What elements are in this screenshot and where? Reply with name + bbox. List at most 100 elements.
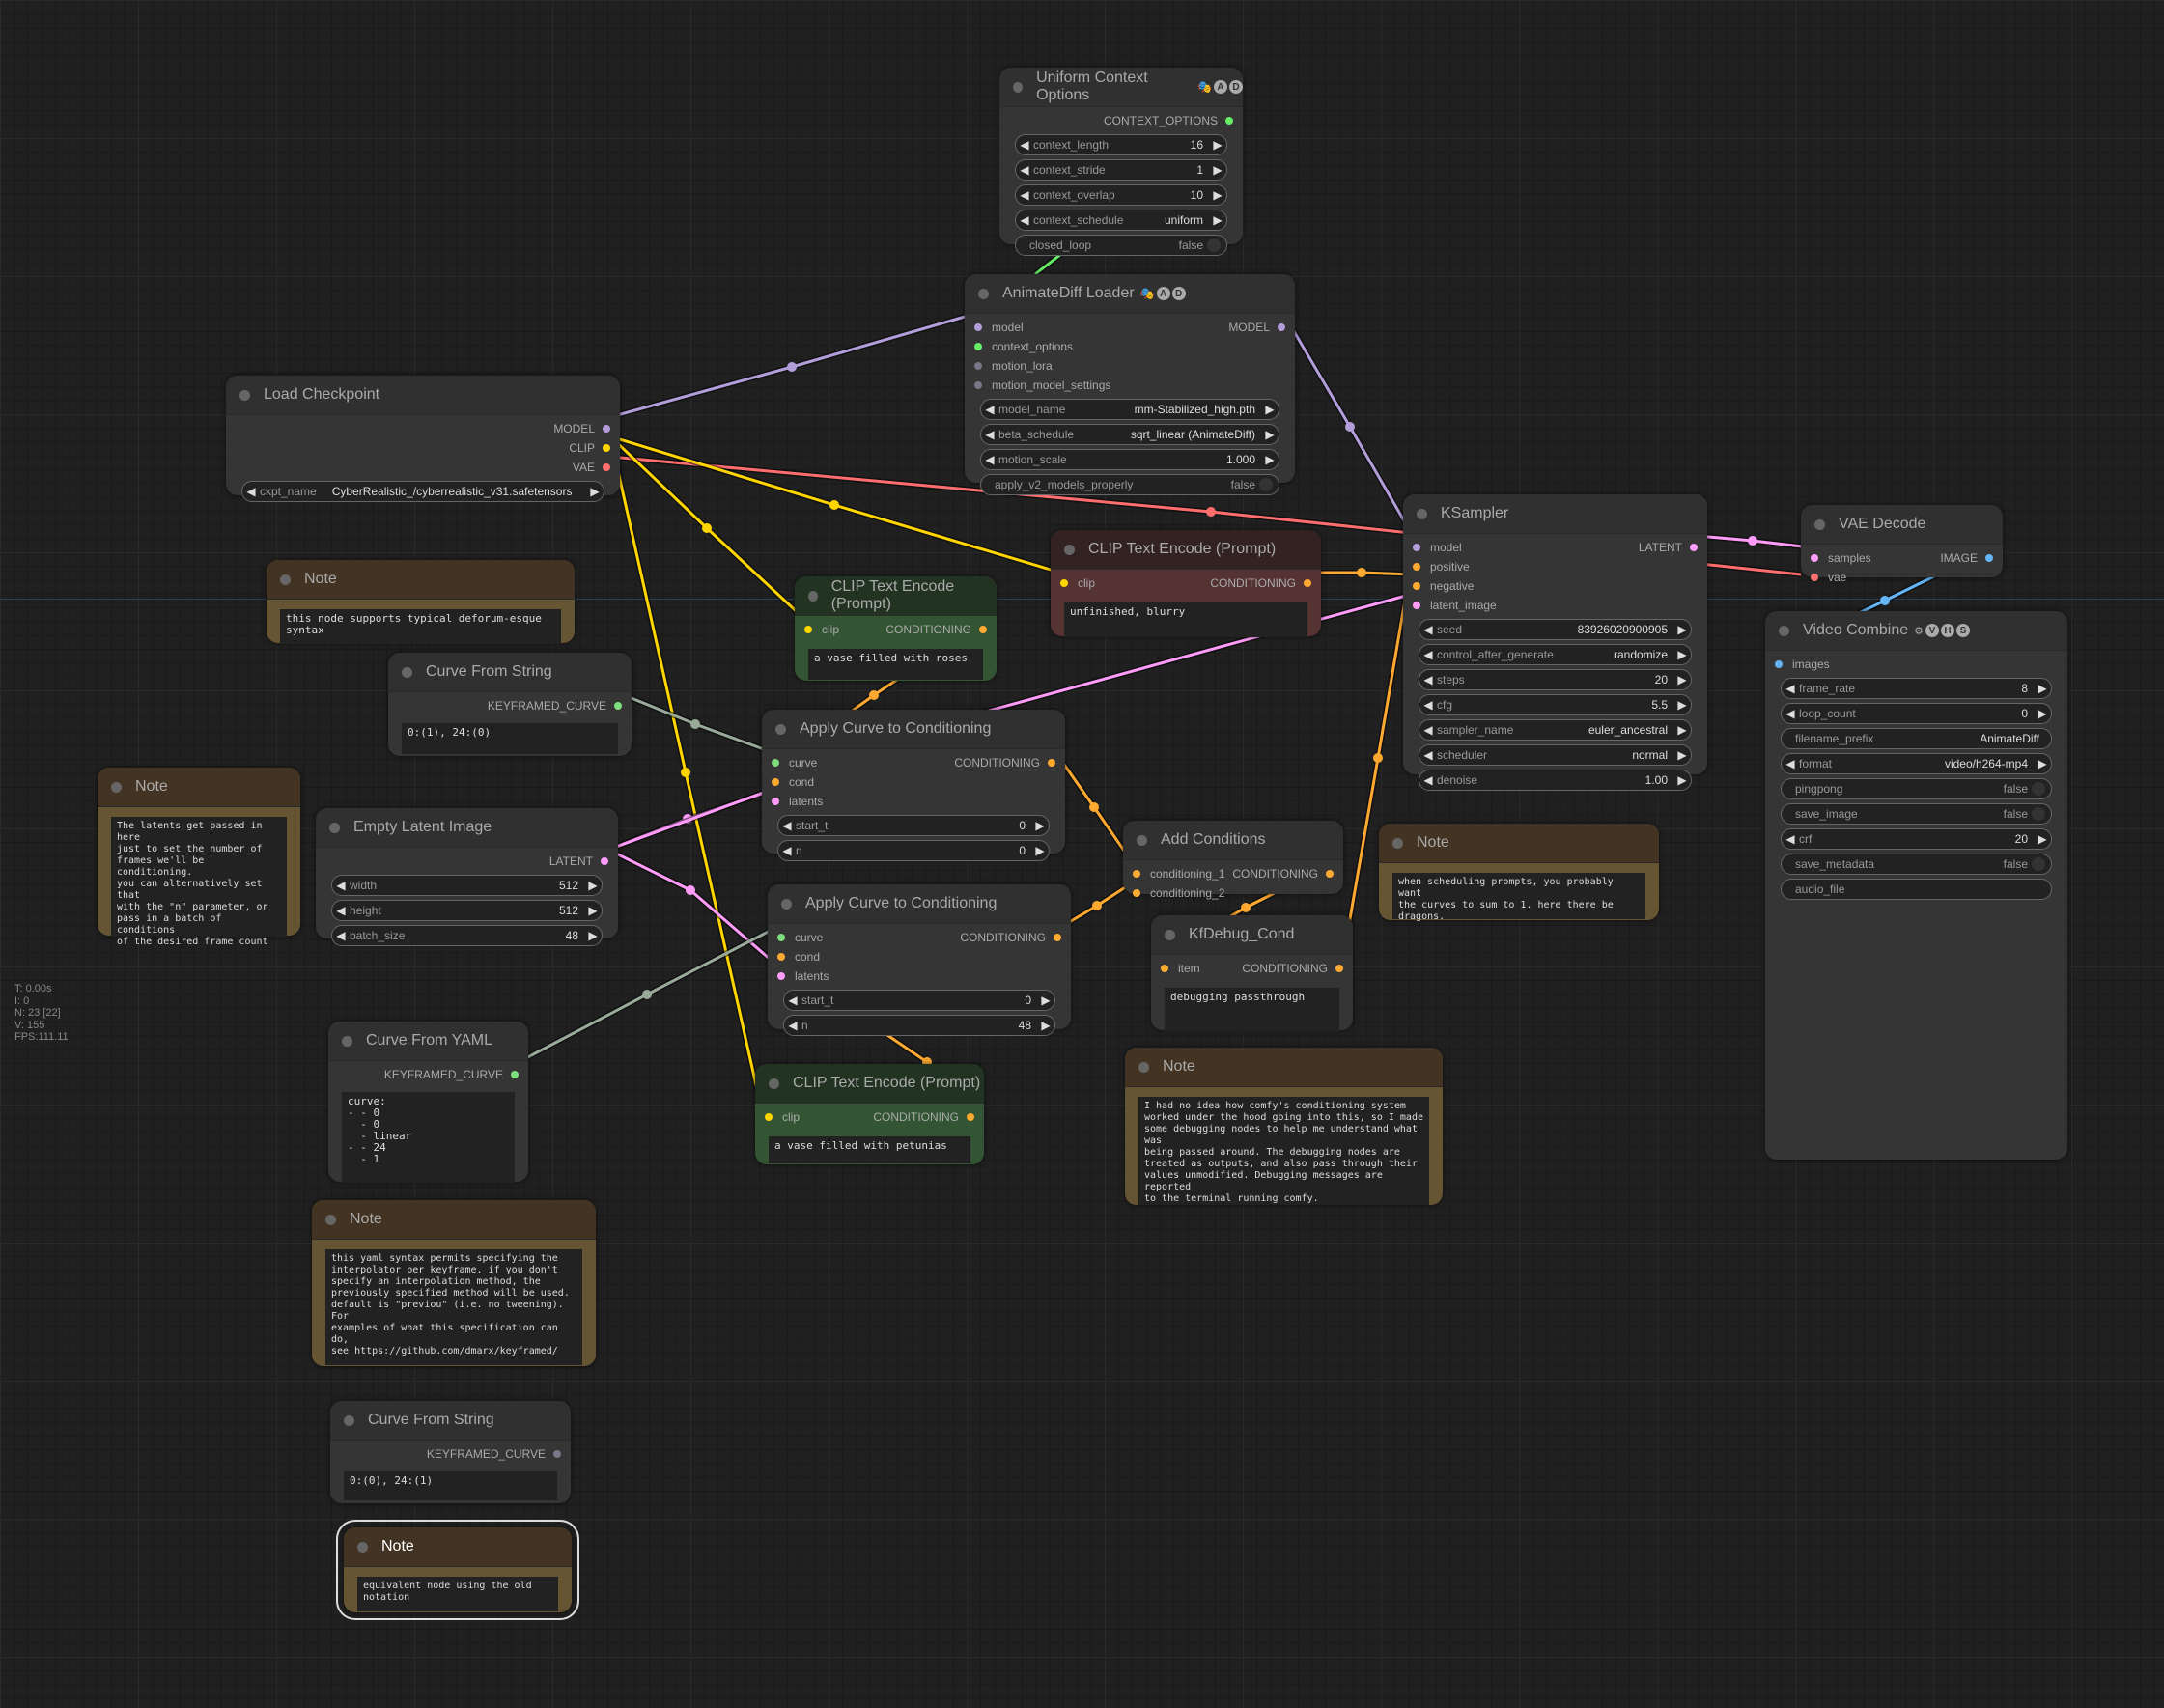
output-conditioning[interactable]: CONDITIONING xyxy=(1210,574,1311,593)
decrement-arrow-icon[interactable]: ◀ xyxy=(981,428,998,441)
output-slot[interactable] xyxy=(1690,544,1698,551)
output-slot[interactable] xyxy=(1048,759,1055,767)
increment-arrow-icon[interactable]: ▶ xyxy=(1261,453,1279,466)
increment-arrow-icon[interactable]: ▶ xyxy=(1673,723,1691,737)
decrement-arrow-icon[interactable]: ◀ xyxy=(1016,163,1033,177)
node-video-combine[interactable]: Video Combine ⚙ V H S images ◀ frame_rate 8 ▶ ◀… xyxy=(1765,611,2067,1160)
node-title[interactable]: Empty Latent Image xyxy=(316,808,618,848)
output-conditioning[interactable]: CONDITIONING xyxy=(960,928,1061,947)
increment-arrow-icon[interactable]: ▶ xyxy=(2034,757,2051,770)
widget-context-schedule[interactable]: ◀ context_schedule uniform ▶ xyxy=(1015,210,1227,231)
decrement-arrow-icon[interactable]: ◀ xyxy=(242,485,260,498)
output-model[interactable]: MODEL xyxy=(1228,318,1285,337)
widget-context-stride[interactable]: ◀ context_stride 1 ▶ xyxy=(1015,159,1227,181)
increment-arrow-icon[interactable]: ▶ xyxy=(584,879,602,892)
node-title[interactable]: KfDebug_Cond xyxy=(1151,915,1353,955)
input-slot[interactable] xyxy=(772,759,779,767)
increment-arrow-icon[interactable]: ▶ xyxy=(2034,682,2051,695)
link-ksampler-to-decode-midpoint[interactable] xyxy=(1748,536,1757,546)
widget-loop-count[interactable]: ◀ loop_count 0 ▶ xyxy=(1781,703,2052,724)
widget-frame-rate[interactable]: ◀ frame_rate 8 ▶ xyxy=(1781,678,2052,699)
collapse-dot[interactable] xyxy=(781,898,792,910)
node-note-latents[interactable]: Note The latents get passed in here just… xyxy=(98,768,300,947)
collapse-dot[interactable] xyxy=(342,1035,352,1047)
increment-arrow-icon[interactable]: ▶ xyxy=(2034,707,2051,720)
decrement-arrow-icon[interactable]: ◀ xyxy=(1016,213,1033,227)
output-slot[interactable] xyxy=(511,1071,519,1078)
input-model[interactable]: model xyxy=(974,318,1024,337)
node-kfdebug-cond[interactable]: KfDebug_Cond item CONDITIONING debugging … xyxy=(1151,915,1353,1032)
collapse-dot[interactable] xyxy=(111,781,122,793)
output-keyframed-curve[interactable]: KEYFRAMED_CURVE xyxy=(488,696,622,715)
toggle-apply-v2-models-properly[interactable]: apply_v2_models_properly false xyxy=(980,474,1279,495)
curve-string-textarea[interactable]: 0:(0), 24:(1) xyxy=(344,1471,557,1500)
input-slot[interactable] xyxy=(1775,660,1783,668)
toggle-knob[interactable] xyxy=(1259,478,1273,491)
collapse-dot[interactable] xyxy=(402,666,412,678)
collapse-dot[interactable] xyxy=(357,1541,368,1553)
input-clip[interactable]: clip xyxy=(804,620,839,639)
input-slot[interactable] xyxy=(1811,574,1818,581)
collapse-dot[interactable] xyxy=(344,1414,354,1426)
widget-height[interactable]: ◀ height 512 ▶ xyxy=(331,900,603,921)
toggle-knob[interactable] xyxy=(1207,238,1221,252)
link-latent-to-apply2-midpoint[interactable] xyxy=(686,885,695,895)
node-title[interactable]: Note xyxy=(344,1527,572,1567)
widget-beta-schedule[interactable]: ◀ beta_schedule sqrt_linear (AnimateDiff) ▶ xyxy=(980,424,1279,445)
increment-arrow-icon[interactable]: ▶ xyxy=(1209,163,1226,177)
input-slot[interactable] xyxy=(974,381,982,389)
output-clip[interactable]: CLIP xyxy=(569,438,610,458)
toggle-closed-loop[interactable]: closed_loop false xyxy=(1015,235,1227,256)
widget-seed[interactable]: ◀ seed 83926020900905 ▶ xyxy=(1419,619,1692,640)
increment-arrow-icon[interactable]: ▶ xyxy=(1261,403,1279,416)
output-slot[interactable] xyxy=(1335,965,1343,972)
link-curve-to-apply1[interactable] xyxy=(621,692,773,754)
increment-arrow-icon[interactable]: ▶ xyxy=(1673,698,1691,712)
output-latent[interactable]: LATENT xyxy=(1639,538,1698,557)
link-clip-to-negative-midpoint[interactable] xyxy=(829,500,839,510)
link-neg-to-ksampler[interactable] xyxy=(1311,571,1414,576)
collapse-dot[interactable] xyxy=(1138,1061,1149,1073)
note-textarea[interactable]: when scheduling prompts, you probably wa… xyxy=(1392,873,1645,922)
node-note-dragons[interactable]: Note when scheduling prompts, you probab… xyxy=(1379,824,1659,922)
collapse-dot[interactable] xyxy=(1417,508,1427,519)
increment-arrow-icon[interactable]: ▶ xyxy=(1261,428,1279,441)
input-slot[interactable] xyxy=(974,362,982,370)
node-curve-from-string[interactable]: Curve From String KEYFRAMED_CURVE 0:(1),… xyxy=(388,653,632,756)
input-slot[interactable] xyxy=(1161,965,1168,972)
input-slot[interactable] xyxy=(772,778,779,786)
decrement-arrow-icon[interactable]: ◀ xyxy=(1419,748,1437,762)
increment-arrow-icon[interactable]: ▶ xyxy=(1673,773,1691,787)
input-images[interactable]: images xyxy=(1775,655,1830,674)
input-slot[interactable] xyxy=(1811,554,1818,562)
decrement-arrow-icon[interactable]: ◀ xyxy=(981,403,998,416)
node-title[interactable]: Apply Curve to Conditioning xyxy=(768,884,1071,924)
input-model[interactable]: model xyxy=(1413,538,1462,557)
widget-control-after-generate[interactable]: ◀ control_after_generate randomize ▶ xyxy=(1419,644,1692,665)
increment-arrow-icon[interactable]: ▶ xyxy=(1209,138,1226,152)
increment-arrow-icon[interactable]: ▶ xyxy=(1673,748,1691,762)
link-apply1-to-add-midpoint[interactable] xyxy=(1089,802,1099,812)
collapse-dot[interactable] xyxy=(329,822,340,833)
link-animatediff-to-ksampler-midpoint[interactable] xyxy=(1345,422,1355,432)
node-title[interactable]: Note xyxy=(98,768,300,807)
prompt-textarea[interactable]: a vase filled with roses xyxy=(808,649,983,680)
decrement-arrow-icon[interactable]: ◀ xyxy=(1419,673,1437,686)
toggle-pingpong[interactable]: pingpong false xyxy=(1781,778,2052,799)
widget-ckpt-name[interactable]: ◀ ckpt_name CyberRealistic_/cyberrealistic… xyxy=(241,481,604,502)
widget-denoise[interactable]: ◀ denoise 1.00 ▶ xyxy=(1419,770,1692,791)
note-textarea[interactable]: this node supports typical deforum-esque… xyxy=(280,609,561,644)
input-slot[interactable] xyxy=(765,1113,773,1121)
input-conditioning-2[interactable]: conditioning_2 xyxy=(1133,883,1224,903)
input-curve[interactable]: curve xyxy=(772,753,817,772)
output-slot[interactable] xyxy=(1985,554,1993,562)
node-load-checkpoint[interactable]: Load Checkpoint MODEL CLIP VAE ◀ ckpt_nam… xyxy=(226,376,620,502)
yaml-textarea[interactable]: curve: - - 0 - 0 - linear - - 24 - 1 xyxy=(342,1092,515,1183)
input-clip[interactable]: clip xyxy=(1060,574,1095,593)
link-animatediff-to-ksampler[interactable] xyxy=(1283,316,1415,537)
input-slot[interactable] xyxy=(974,323,982,331)
widget-steps[interactable]: ◀ steps 20 ▶ xyxy=(1419,669,1692,690)
curve-string-textarea[interactable]: 0:(1), 24:(0) xyxy=(402,723,618,754)
link-clip-to-petunias[interactable] xyxy=(608,435,763,1107)
link-apply1-to-add[interactable] xyxy=(1054,751,1135,864)
